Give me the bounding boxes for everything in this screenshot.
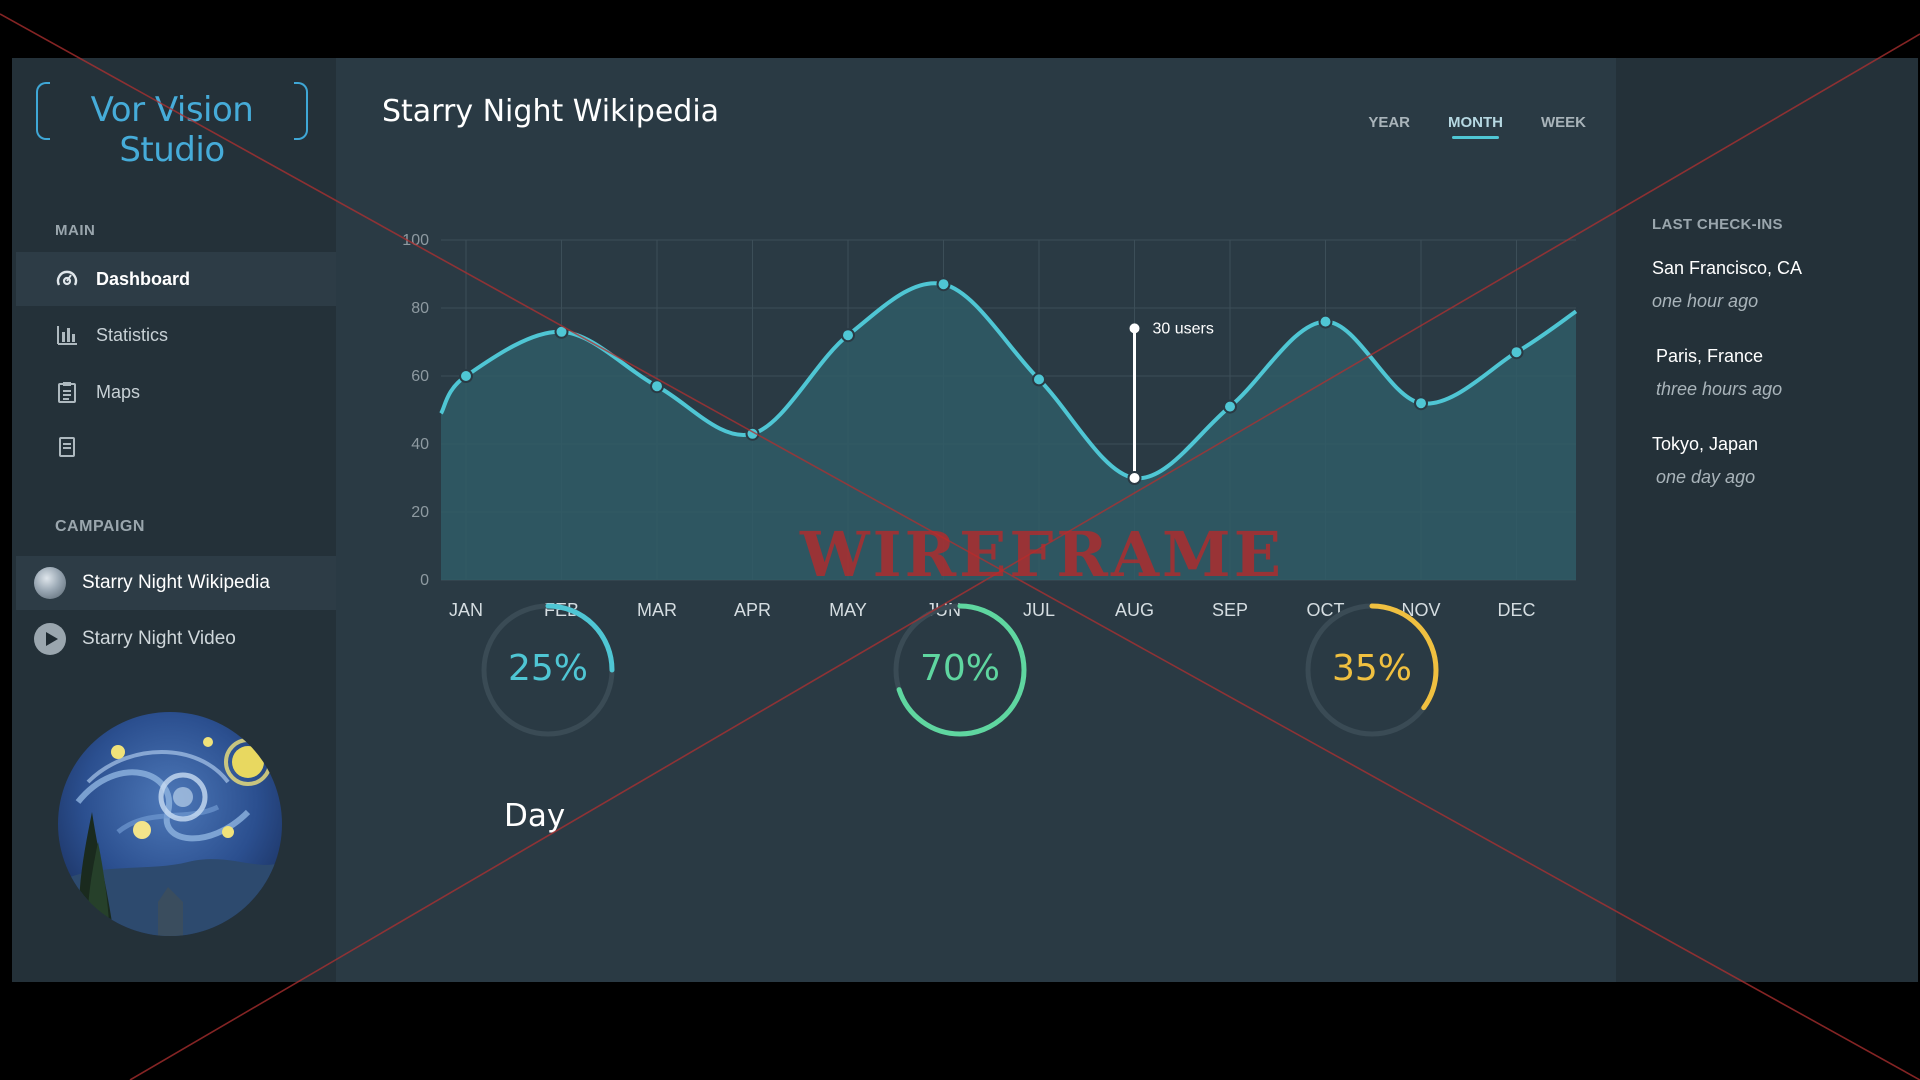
- sidebar: Vor Vision Studio MAIN Dashboard Statist…: [12, 58, 336, 982]
- campaign-item-label: Starry Night Wikipedia: [82, 572, 270, 593]
- play-icon: [34, 623, 66, 655]
- gauge-2: 70%: [890, 600, 1030, 740]
- tab-year[interactable]: YEAR: [1368, 114, 1410, 139]
- x-tick-label: MAR: [637, 600, 677, 620]
- logo-text: Vor Vision Studio: [90, 90, 254, 170]
- y-tick-label: 60: [411, 368, 429, 385]
- bar-chart-icon: [54, 322, 80, 348]
- tab-week[interactable]: WEEK: [1541, 114, 1586, 139]
- main-section-label: MAIN: [55, 222, 96, 239]
- document-icon: [54, 434, 80, 460]
- y-tick-label: 80: [411, 300, 429, 317]
- campaign-item-starry-night-video[interactable]: Starry Night Video: [16, 612, 336, 666]
- dashboard-icon: [54, 266, 80, 292]
- screen: Vor Vision Studio MAIN Dashboard Statist…: [0, 0, 1920, 1080]
- checkin-item[interactable]: Tokyo, Japan one day ago: [1652, 434, 1758, 488]
- x-tick-label: SEP: [1212, 600, 1248, 620]
- sidebar-item-maps[interactable]: Maps: [16, 365, 336, 419]
- data-point: [1223, 399, 1237, 414]
- page-title: Starry Night Wikipedia: [382, 94, 720, 129]
- checkin-time: one hour ago: [1652, 291, 1759, 311]
- tab-month[interactable]: MONTH: [1448, 114, 1503, 139]
- x-tick-label: DEC: [1497, 600, 1535, 620]
- campaign-item-starry-night-wikipedia[interactable]: Starry Night Wikipedia: [16, 556, 336, 610]
- gauge-value: 70%: [919, 648, 1000, 689]
- clipboard-icon: [54, 379, 80, 405]
- x-tick-label: MAY: [829, 600, 867, 620]
- period-tabs: YEAR MONTH WEEK: [1368, 114, 1586, 139]
- starry-night-painting: [58, 712, 282, 936]
- logo[interactable]: Vor Vision Studio: [36, 82, 308, 170]
- data-point: [1414, 396, 1428, 411]
- sidebar-item-label: Statistics: [96, 324, 169, 345]
- gauge-3: 35%: [1302, 600, 1442, 740]
- x-tick-label: APR: [734, 600, 771, 620]
- data-point: [1509, 345, 1524, 360]
- y-tick-label: 20: [411, 504, 429, 521]
- checkin-city: San Francisco, CA: [1652, 258, 1803, 278]
- y-tick-label: 0: [420, 572, 429, 589]
- y-tick-label: 40: [411, 436, 429, 453]
- campaign-item-label: Starry Night Video: [82, 628, 236, 649]
- right-panel: LAST CHECK-INS San Francisco, CA one hou…: [1616, 58, 1918, 982]
- sidebar-item-dashboard[interactable]: Dashboard: [16, 252, 336, 306]
- checkin-city: Tokyo, Japan: [1652, 434, 1759, 454]
- globe-avatar: [34, 567, 66, 599]
- campaign-section-label: CAMPAIGN: [55, 518, 145, 535]
- checkin-item[interactable]: Paris, France three hours ago: [1656, 346, 1782, 400]
- wireframe-watermark: WIREFRAME: [800, 518, 1284, 591]
- sidebar-item-label: Dashboard: [96, 268, 191, 289]
- checkin-item[interactable]: San Francisco, CA one hour ago: [1652, 258, 1802, 312]
- sidebar-item-statistics[interactable]: Statistics: [16, 308, 336, 362]
- highlight-top-dot: [1129, 323, 1140, 334]
- y-tick-label: 100: [402, 232, 429, 249]
- checkin-time: one day ago: [1656, 467, 1756, 487]
- checkins-title: LAST CHECK-INS: [1652, 216, 1783, 233]
- checkin-time: three hours ago: [1656, 379, 1783, 399]
- data-point: [1318, 314, 1333, 329]
- data-point: [459, 369, 473, 383]
- sidebar-item-label: Maps: [96, 381, 141, 402]
- day-label: Day: [504, 798, 566, 834]
- tooltip-label: 30 users: [1153, 320, 1214, 337]
- data-point: [1032, 372, 1046, 387]
- data-point: [650, 379, 664, 394]
- gauge-value: 35%: [1331, 648, 1412, 689]
- gauge-1: 25%: [478, 600, 618, 740]
- data-point: [1127, 471, 1142, 485]
- gauge-value: 25%: [507, 648, 588, 689]
- data-point: [841, 328, 855, 343]
- data-point: [745, 426, 760, 441]
- x-tick-label: AUG: [1115, 600, 1154, 620]
- checkin-city: Paris, France: [1656, 346, 1764, 366]
- data-point: [554, 324, 569, 339]
- sidebar-item-document[interactable]: [16, 420, 336, 474]
- data-point: [936, 277, 951, 292]
